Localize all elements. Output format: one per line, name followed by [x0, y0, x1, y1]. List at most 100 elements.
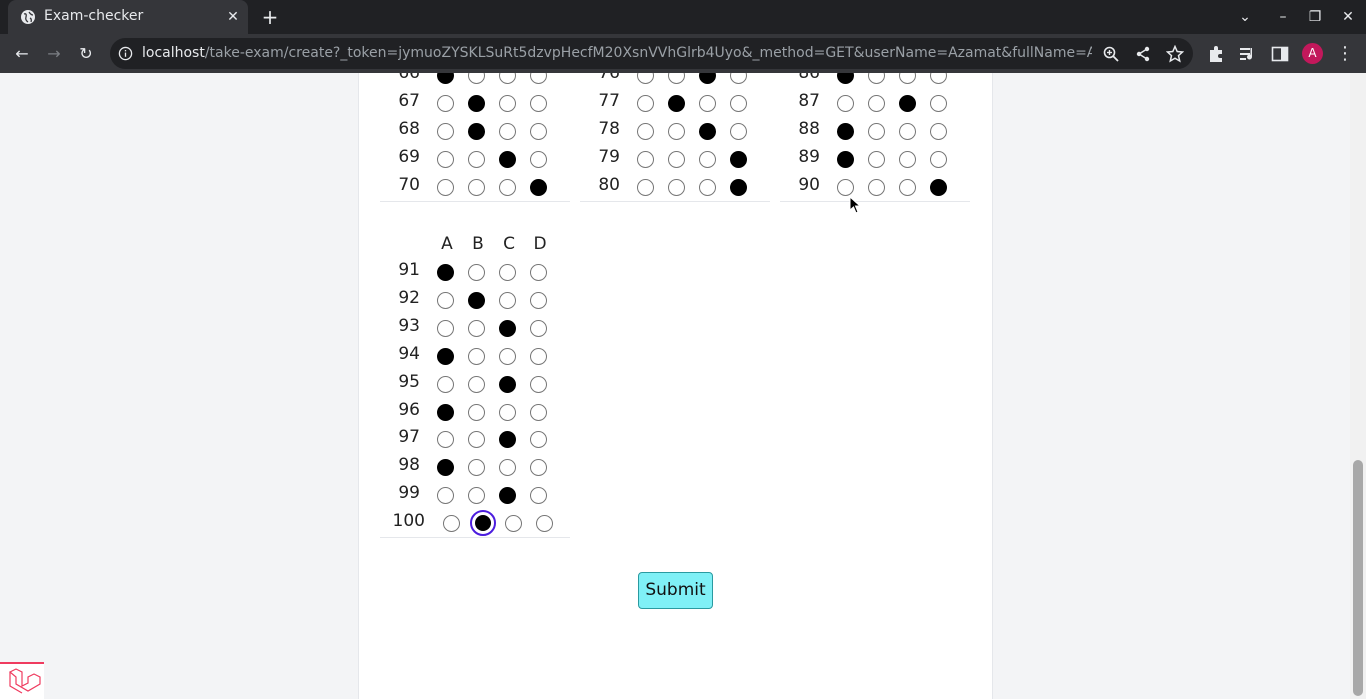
answer-radio-100-d[interactable]	[536, 515, 553, 533]
answer-radio-77-d[interactable]	[730, 95, 747, 112]
answer-radio-88-d[interactable]	[930, 123, 947, 140]
answer-radio-99-d[interactable]	[530, 487, 547, 505]
close-window-icon[interactable]: ✕	[1336, 6, 1360, 28]
answer-radio-76-c[interactable]	[699, 73, 716, 84]
answer-radio-70-c[interactable]	[499, 179, 516, 196]
answer-radio-96-c[interactable]	[499, 403, 516, 421]
restore-icon[interactable]: ❐	[1303, 6, 1327, 28]
answer-radio-96-a[interactable]	[437, 403, 454, 421]
answer-radio-92-c[interactable]	[499, 291, 516, 309]
answer-radio-99-b[interactable]	[468, 487, 485, 505]
answer-radio-68-d[interactable]	[530, 123, 547, 140]
answer-radio-70-d[interactable]	[530, 179, 547, 196]
answer-radio-98-d[interactable]	[530, 459, 547, 477]
extensions-icon[interactable]	[1206, 44, 1226, 64]
answer-radio-94-a[interactable]	[437, 347, 454, 365]
profile-avatar[interactable]: A	[1302, 43, 1323, 64]
answer-radio-89-d[interactable]	[930, 151, 947, 168]
answer-radio-67-a[interactable]	[437, 95, 454, 112]
answer-radio-80-b[interactable]	[668, 179, 685, 196]
browser-tab[interactable]: Exam-checker ✕	[8, 0, 248, 34]
answer-radio-78-b[interactable]	[668, 123, 685, 140]
answer-radio-70-b[interactable]	[468, 179, 485, 196]
page-scrollbar[interactable]	[1350, 73, 1366, 699]
answer-radio-68-a[interactable]	[437, 123, 454, 140]
answer-radio-92-a[interactable]	[437, 291, 454, 309]
answer-radio-98-a[interactable]	[437, 459, 454, 477]
answer-radio-69-c[interactable]	[499, 151, 516, 168]
chevron-down-icon[interactable]: ⌄	[1233, 6, 1257, 28]
answer-radio-77-b[interactable]	[668, 95, 685, 112]
back-arrow-icon[interactable]: ←	[9, 41, 35, 67]
answer-radio-94-d[interactable]	[530, 347, 547, 365]
answer-radio-79-d[interactable]	[730, 151, 747, 168]
answer-radio-92-b[interactable]	[468, 291, 485, 309]
answer-radio-98-c[interactable]	[499, 459, 516, 477]
answer-radio-86-a[interactable]	[837, 73, 854, 84]
answer-radio-87-d[interactable]	[930, 95, 947, 112]
answer-radio-96-b[interactable]	[468, 403, 485, 421]
answer-radio-93-a[interactable]	[437, 319, 454, 337]
answer-radio-100-a[interactable]	[443, 515, 460, 533]
forward-arrow-icon[interactable]: →	[41, 41, 67, 67]
answer-radio-77-c[interactable]	[699, 95, 716, 112]
answer-radio-87-b[interactable]	[868, 95, 885, 112]
answer-radio-95-c[interactable]	[499, 375, 516, 393]
answer-radio-79-b[interactable]	[668, 151, 685, 168]
answer-radio-92-d[interactable]	[530, 291, 547, 309]
answer-radio-70-a[interactable]	[437, 179, 454, 196]
answer-radio-95-d[interactable]	[530, 375, 547, 393]
answer-radio-89-a[interactable]	[837, 151, 854, 168]
answer-radio-80-c[interactable]	[699, 179, 716, 196]
answer-radio-89-b[interactable]	[868, 151, 885, 168]
answer-radio-96-d[interactable]	[530, 403, 547, 421]
answer-radio-67-b[interactable]	[468, 95, 485, 112]
close-tab-icon[interactable]: ✕	[224, 8, 242, 26]
answer-radio-93-d[interactable]	[530, 319, 547, 337]
submit-button[interactable]: Submit	[638, 572, 713, 609]
media-control-icon[interactable]	[1238, 44, 1258, 64]
answer-radio-68-b[interactable]	[468, 123, 485, 140]
answer-radio-90-d[interactable]	[930, 179, 947, 196]
share-icon[interactable]	[1134, 45, 1152, 63]
answer-radio-100-b[interactable]	[470, 510, 496, 537]
answer-radio-78-d[interactable]	[730, 123, 747, 140]
answer-radio-78-c[interactable]	[699, 123, 716, 140]
address-bar[interactable]: localhost/take-exam/create?_token=jymuoZ…	[110, 38, 1193, 69]
answer-radio-76-b[interactable]	[668, 73, 685, 84]
answer-radio-78-a[interactable]	[637, 123, 654, 140]
zoom-icon[interactable]	[1102, 45, 1120, 63]
answer-radio-97-d[interactable]	[530, 431, 547, 449]
answer-radio-89-c[interactable]	[899, 151, 916, 168]
answer-radio-91-b[interactable]	[468, 264, 485, 281]
answer-radio-87-c[interactable]	[899, 95, 916, 112]
answer-radio-93-b[interactable]	[468, 319, 485, 337]
answer-radio-76-a[interactable]	[637, 73, 654, 84]
answer-radio-90-a[interactable]	[837, 179, 854, 196]
answer-radio-86-d[interactable]	[930, 73, 947, 84]
answer-radio-98-b[interactable]	[468, 459, 485, 477]
answer-radio-97-c[interactable]	[499, 431, 516, 449]
answer-radio-66-a[interactable]	[437, 73, 454, 84]
answer-radio-94-c[interactable]	[499, 347, 516, 365]
answer-radio-87-a[interactable]	[837, 95, 854, 112]
answer-radio-93-c[interactable]	[499, 319, 516, 337]
answer-radio-91-a[interactable]	[437, 264, 454, 281]
answer-radio-86-b[interactable]	[868, 73, 885, 84]
laravel-debugbar-logo[interactable]	[0, 662, 44, 699]
answer-radio-67-c[interactable]	[499, 95, 516, 112]
answer-radio-91-d[interactable]	[530, 264, 547, 281]
answer-radio-97-a[interactable]	[437, 431, 454, 449]
answer-radio-100-c[interactable]	[505, 515, 522, 533]
answer-radio-69-a[interactable]	[437, 151, 454, 168]
answer-radio-95-b[interactable]	[468, 375, 485, 393]
minimize-icon[interactable]: –	[1271, 6, 1295, 28]
side-panel-icon[interactable]	[1270, 44, 1290, 64]
scrollbar-thumb[interactable]	[1353, 460, 1363, 696]
star-icon[interactable]	[1166, 45, 1184, 63]
answer-radio-94-b[interactable]	[468, 347, 485, 365]
answer-radio-86-c[interactable]	[899, 73, 916, 84]
new-tab-button[interactable]: +	[258, 6, 282, 28]
answer-radio-67-d[interactable]	[530, 95, 547, 112]
answer-radio-99-a[interactable]	[437, 487, 454, 505]
